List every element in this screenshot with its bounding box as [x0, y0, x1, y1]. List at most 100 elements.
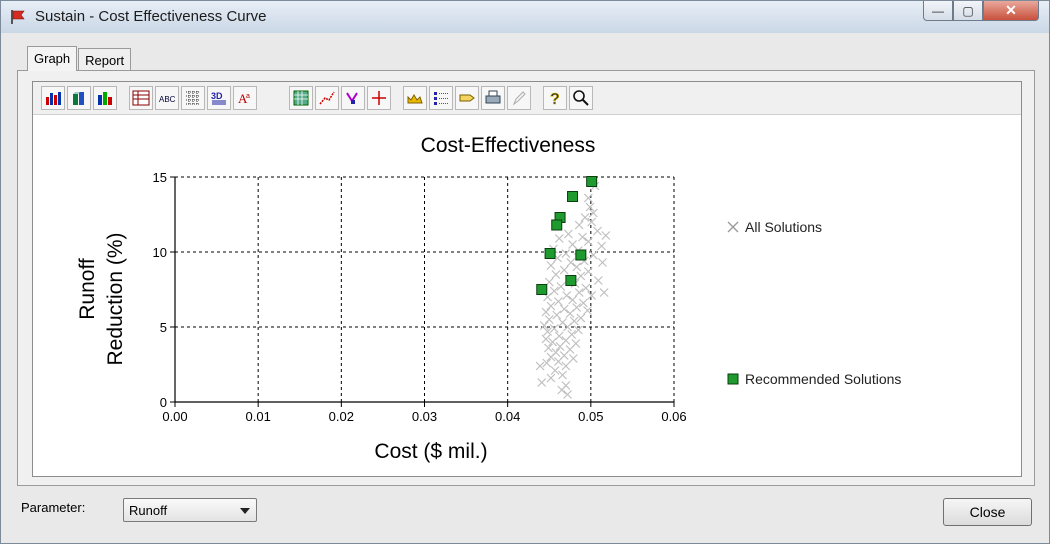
- markers-icon[interactable]: [341, 86, 365, 110]
- parameter-label: Parameter:: [21, 500, 86, 515]
- axes: 0.00 0.01 0.02 0.03 0.04 0.05 0.06 0 5 10 15: [153, 170, 687, 424]
- tab-graph[interactable]: Graph: [27, 46, 78, 71]
- all-solutions-point: [583, 267, 593, 276]
- all-solutions-point: [574, 288, 584, 297]
- all-solutions-point: [587, 217, 597, 227]
- legend-label-recommended: Recommended Solutions: [745, 371, 901, 387]
- edit-icon[interactable]: [507, 86, 531, 110]
- palette-icon[interactable]: [403, 86, 427, 110]
- parameter-select[interactable]: Runoff: [123, 498, 257, 522]
- all-solutions-point: [562, 291, 572, 300]
- font-icon[interactable]: Aa: [233, 86, 257, 110]
- text-labels-icon[interactable]: ABC: [155, 86, 179, 110]
- all-solutions-point: [566, 258, 576, 267]
- chart-title: Cost-Effectiveness: [421, 134, 596, 157]
- app-flag-icon: [11, 10, 25, 24]
- all-solutions-point: [583, 237, 593, 246]
- all-solutions-point: [578, 298, 588, 308]
- all-solutions-point: [537, 378, 547, 387]
- all-solutions-point: [551, 270, 561, 279]
- parameter-select-value: Runoff: [129, 503, 168, 518]
- x-tick-label: 0.03: [412, 409, 437, 424]
- all-solutions-point: [544, 315, 554, 324]
- all-solutions-point: [568, 354, 578, 363]
- crosshair-icon[interactable]: [367, 86, 391, 110]
- grid-lines: [175, 176, 675, 402]
- chart-toolbar: ABC 3D Aa ?: [33, 82, 1021, 115]
- y-tick-label: 0: [160, 395, 167, 410]
- all-solutions-point: [593, 226, 602, 236]
- all-solutions-point: [549, 324, 559, 333]
- all-solutions-point: [580, 213, 590, 222]
- all-solutions-point: [552, 310, 562, 320]
- x-axis-label: Cost ($ mil.): [374, 440, 487, 463]
- minimize-button[interactable]: —: [923, 1, 953, 21]
- all-solutions-point: [565, 309, 575, 318]
- chart-frame: ABC 3D Aa ? Cost-Effectiveness 0.00 0.01…: [32, 81, 1022, 477]
- all-solutions-point: [587, 291, 597, 300]
- tab-strip: Graph Report: [27, 46, 132, 71]
- svg-text:3D: 3D: [211, 91, 223, 101]
- stacked-bar-icon[interactable]: [93, 86, 117, 110]
- recommended-solution-point: [536, 284, 548, 295]
- print-icon[interactable]: [481, 86, 505, 110]
- grid-lines-icon[interactable]: [181, 86, 205, 110]
- all-solutions-point: [576, 271, 586, 281]
- y-tick-label: 15: [153, 170, 167, 185]
- recommended-solution-point: [575, 249, 587, 261]
- maximize-button[interactable]: ▢: [953, 1, 983, 21]
- recommended-solution-point: [551, 219, 563, 231]
- graph-panel: ABC 3D Aa ? Cost-Effectiveness 0.00 0.01…: [17, 70, 1035, 486]
- pattern-icon[interactable]: [289, 86, 313, 110]
- all-solutions-point: [550, 366, 560, 375]
- help-icon[interactable]: ?: [543, 86, 567, 110]
- all-solutions-point: [597, 241, 607, 251]
- all-solutions-point: [561, 249, 571, 258]
- x-tick-label: 0.06: [661, 409, 686, 424]
- all-solutions-point: [563, 390, 572, 399]
- all-solutions-point: [557, 385, 567, 395]
- legend-label-all-solutions: All Solutions: [745, 219, 822, 235]
- all-solutions-point: [535, 361, 545, 371]
- all-solutions-point: [601, 231, 611, 240]
- x-tick-label: 0.02: [329, 409, 354, 424]
- legend-marker-all-solutions: [727, 221, 739, 233]
- svg-text:?: ?: [550, 91, 560, 107]
- all-solutions-point: [561, 361, 571, 371]
- all-solutions-point: [554, 234, 564, 243]
- bottom-bar: Parameter: Runoff Close: [1, 487, 1049, 543]
- all-solutions-point: [559, 265, 569, 275]
- tag-icon[interactable]: [455, 86, 479, 110]
- all-solutions-point: [553, 357, 563, 366]
- x-tick-label: 0.05: [578, 409, 603, 424]
- window-close-button[interactable]: ✕: [983, 1, 1039, 21]
- legend-icon[interactable]: [429, 86, 453, 110]
- all-solutions-point: [555, 342, 565, 351]
- all-solutions-point: [548, 337, 558, 347]
- all-solutions-point: [546, 352, 556, 362]
- recommended-solution-point: [586, 176, 598, 187]
- all-solutions-point: [563, 229, 573, 239]
- all-solutions-point: [574, 220, 584, 230]
- recommended-solution-point: [567, 191, 579, 202]
- x-tick-label: 0.00: [162, 409, 187, 424]
- bar-chart-icon[interactable]: [41, 86, 65, 110]
- title-bar[interactable]: Sustain - Cost Effectiveness Curve — ▢ ✕: [1, 1, 1049, 33]
- trend-icon[interactable]: [315, 86, 339, 110]
- app-window: Sustain - Cost Effectiveness Curve — ▢ ✕…: [0, 0, 1050, 544]
- all-solutions-point: [541, 307, 551, 317]
- tab-report[interactable]: Report: [78, 48, 132, 71]
- all-solutions-point: [546, 373, 556, 383]
- 3d-bar-icon[interactable]: [67, 86, 91, 110]
- y-axis-label-line2: Reduction (%): [104, 232, 127, 365]
- svg-text:ABC: ABC: [159, 95, 176, 104]
- legend: All Solutions Recommended Solutions: [727, 219, 901, 387]
- all-solutions-point: [598, 258, 607, 267]
- legend-marker-recommended: [727, 373, 739, 385]
- x-tick-label: 0.01: [246, 409, 271, 424]
- all-solutions-point: [581, 283, 591, 293]
- zoom-icon[interactable]: [569, 86, 593, 110]
- close-button[interactable]: Close: [943, 498, 1032, 526]
- data-grid-icon[interactable]: [129, 86, 153, 110]
- 3d-view-icon[interactable]: 3D: [207, 86, 231, 110]
